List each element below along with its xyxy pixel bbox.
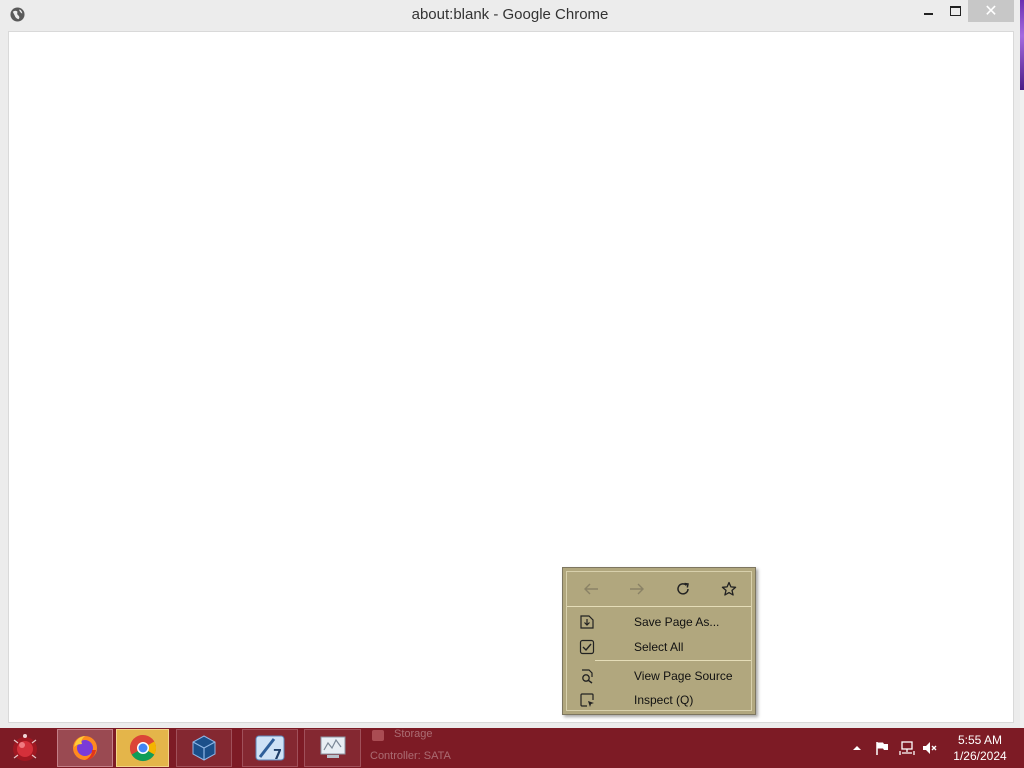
maximize-icon [949, 6, 961, 16]
taskbar-app7[interactable]: 7 [242, 729, 298, 767]
clock-time: 5:55 AM [957, 733, 1003, 747]
view-source-icon [582, 669, 593, 684]
network-icon [899, 741, 915, 755]
select-all-icon [579, 639, 595, 655]
star-icon [721, 581, 737, 596]
chrome-window: about:blank - Google Chrome ✕ [0, 0, 1020, 728]
system-clock[interactable]: 5:55 AM 1/26/2024 [944, 732, 1016, 764]
save-page-icon [580, 615, 594, 629]
title-bar[interactable]: about:blank - Google Chrome ✕ [0, 0, 1020, 30]
show-hidden-icons-button[interactable] [850, 728, 864, 768]
flag-icon [876, 742, 888, 755]
taskbar-monitor[interactable] [304, 729, 361, 767]
taskbar-firefox[interactable] [57, 729, 113, 767]
close-icon: ✕ [984, 1, 998, 20]
context-menu-separator [567, 606, 751, 607]
menu-item-label: Save Page As... [634, 615, 720, 629]
back-button[interactable] [579, 578, 603, 600]
select-all-item[interactable]: Select All [567, 636, 751, 658]
page-content[interactable] [8, 31, 1014, 723]
svg-text:7: 7 [273, 748, 282, 763]
view-page-source-item[interactable]: View Page Source [567, 665, 751, 687]
volume-button[interactable] [920, 728, 940, 768]
reload-icon [677, 582, 689, 595]
firefox-icon [73, 736, 97, 760]
start-orb-icon[interactable] [8, 732, 42, 764]
app7-icon: 7 [255, 735, 285, 763]
inspect-icon [580, 693, 594, 707]
chrome-icon [129, 734, 156, 762]
background-text-storage: Storage [394, 728, 433, 740]
context-menu-inner: Save Page As... Select All View Page Sou… [566, 571, 752, 711]
bookmark-button[interactable] [717, 578, 741, 600]
context-menu-nav [567, 572, 751, 606]
arrow-left-icon [584, 583, 598, 595]
reload-button[interactable] [671, 578, 695, 600]
action-center-button[interactable] [872, 728, 892, 768]
monitor-icon [320, 736, 345, 758]
storage-ghost-icon [372, 730, 384, 741]
inspect-item[interactable]: Inspect (Q) [567, 689, 751, 711]
volume-muted-icon [923, 742, 937, 754]
background-text-controller: Controller: SATA [370, 750, 451, 762]
virtualbox-icon [192, 735, 216, 761]
menu-item-label: Select All [634, 640, 684, 654]
taskbar: 7 Storage Controller: SATA 5:55 AM 1/26/… [0, 728, 1024, 768]
context-menu-separator [595, 660, 751, 661]
menu-item-label: View Page Source [634, 669, 733, 683]
context-menu: Save Page As... Select All View Page Sou… [562, 567, 756, 715]
taskbar-virtualbox[interactable] [176, 729, 232, 767]
arrow-right-icon [630, 583, 644, 595]
menu-item-label: Inspect (Q) [634, 693, 694, 707]
clock-date: 1/26/2024 [953, 749, 1007, 763]
window-title: about:blank - Google Chrome [411, 6, 609, 23]
minimize-icon [923, 13, 933, 15]
taskbar-chrome[interactable] [116, 729, 169, 767]
chevron-up-icon [853, 746, 861, 750]
minimize-button[interactable] [914, 0, 942, 22]
maximize-button[interactable] [942, 0, 968, 22]
network-button[interactable] [897, 728, 917, 768]
forward-button[interactable] [625, 578, 649, 600]
save-page-as-item[interactable]: Save Page As... [567, 611, 751, 633]
close-button[interactable]: ✕ [968, 0, 1014, 22]
